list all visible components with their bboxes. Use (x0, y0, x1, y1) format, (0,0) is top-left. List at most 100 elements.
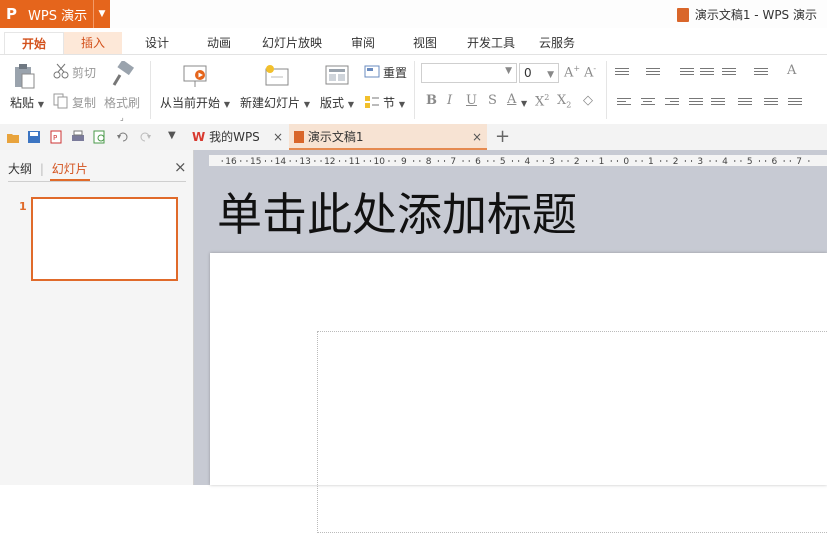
new-tab-plus-icon[interactable]: + (495, 126, 510, 147)
justify-icon[interactable] (689, 96, 703, 107)
reset-icon[interactable] (364, 64, 380, 83)
ruler-label: 7 (450, 157, 456, 166)
ruler-tick (734, 160, 736, 162)
paste-icon[interactable] (12, 63, 36, 89)
decrease-indent-icon[interactable] (680, 66, 694, 77)
window-title: 演示文稿1 - WPS 演示 (676, 6, 817, 23)
tab-review[interactable]: 审阅 (338, 32, 388, 54)
new-slide-icon[interactable] (262, 63, 290, 92)
scissors-icon[interactable] (53, 63, 69, 82)
from-current-button[interactable]: 从当前开始 ▼ (160, 94, 230, 111)
tab-design[interactable]: 设计 (130, 32, 184, 54)
font-name-select[interactable]: ▼ (421, 63, 517, 83)
align-center-icon[interactable] (641, 96, 655, 107)
section-label: 节 (383, 96, 396, 110)
italic-icon[interactable]: I (447, 93, 452, 108)
clipboard-launcher-icon[interactable]: ⌟ (120, 113, 124, 122)
layout-icon[interactable] (325, 63, 351, 92)
slide-thumbnail[interactable] (31, 197, 178, 281)
reset-button[interactable]: 重置 (383, 64, 407, 81)
numbered-list-icon[interactable] (646, 66, 660, 77)
save-icon[interactable] (27, 130, 41, 144)
ruler-label: 13 (299, 157, 310, 166)
slide-title-placeholder[interactable]: 单击此处添加标题 (217, 178, 577, 243)
undo-icon[interactable] (116, 130, 130, 144)
close-icon[interactable]: × (273, 124, 283, 150)
slide-canvas[interactable] (210, 253, 827, 533)
paste-button[interactable]: 粘贴 ▼ (10, 94, 44, 111)
app-menu-button[interactable]: P WPS 演示 ▼ (0, 0, 110, 28)
ruler-tick (567, 160, 569, 162)
tab-outline[interactable]: 大纲 (8, 162, 32, 176)
ruler-tick (709, 160, 711, 162)
print-preview-icon[interactable] (93, 130, 107, 144)
ruler-tick (684, 160, 686, 162)
text-effects-icon[interactable]: A (787, 63, 796, 78)
columns-icon[interactable] (754, 66, 768, 77)
align-text-icon[interactable] (788, 96, 802, 107)
doc-tab-presentation[interactable]: 演示文稿1 × (289, 124, 487, 150)
format-painter-icon[interactable] (110, 59, 136, 92)
open-folder-icon[interactable] (6, 130, 20, 144)
layout-button[interactable]: 版式 ▼ (320, 94, 354, 111)
section-icon[interactable] (364, 94, 380, 113)
tab-view[interactable]: 视图 (400, 32, 450, 54)
ruler-tick (616, 160, 618, 162)
ruler-tick (487, 160, 489, 162)
font-size-select[interactable]: 0 ▼ (519, 63, 559, 83)
close-icon[interactable]: × (174, 158, 187, 176)
superscript-icon[interactable]: X2 (535, 93, 549, 109)
cut-button[interactable]: 剪切 (72, 64, 96, 81)
line-spacing-icon[interactable] (738, 96, 752, 107)
tab-slideshow[interactable]: 幻灯片放映 (256, 32, 328, 54)
tab-insert[interactable]: 插入 (64, 32, 122, 54)
section-button[interactable]: 节 ▼ (383, 94, 405, 111)
ruler-tick (789, 160, 791, 162)
tab-animation[interactable]: 动画 (192, 32, 246, 54)
paragraph-spacing-icon[interactable] (764, 96, 778, 107)
new-slide-button[interactable]: 新建幻灯片 ▼ (240, 94, 310, 111)
tab-cloud[interactable]: 云服务 (532, 32, 582, 54)
bold-icon[interactable]: B (426, 93, 437, 108)
align-right-icon[interactable] (665, 96, 679, 107)
format-painter-button[interactable]: 格式刷 (104, 94, 140, 111)
copy-icon[interactable] (53, 93, 69, 112)
panel-tabs: 大纲 | 幻灯片 (8, 160, 88, 177)
increase-font-icon[interactable]: A+ (564, 64, 580, 80)
tab-home[interactable]: 开始 (4, 32, 64, 55)
doc-tab-mywps[interactable]: W 我的WPS × (188, 124, 288, 150)
title-placeholder-box[interactable] (317, 331, 827, 533)
export-pdf-icon[interactable]: P (49, 130, 63, 144)
ruler-tick (561, 160, 563, 162)
text-direction-icon[interactable] (722, 66, 736, 77)
close-icon[interactable]: × (472, 124, 482, 150)
bullet-list-icon[interactable] (615, 66, 629, 77)
doc-tab-mywps-label: 我的WPS (209, 130, 260, 144)
ruler-label: 4 (525, 157, 531, 166)
tab-slides[interactable]: 幻灯片 (52, 162, 88, 176)
chevron-down-icon[interactable]: ▼ (521, 95, 527, 109)
distribute-icon[interactable] (711, 96, 725, 107)
redo-icon[interactable] (138, 130, 152, 144)
chevron-down-icon[interactable]: ▼ (93, 0, 110, 28)
subscript-icon[interactable]: X2 (557, 93, 571, 110)
ruler-tick (635, 160, 637, 162)
chevron-down-icon: ▼ (505, 66, 512, 76)
shadow-icon[interactable]: S (488, 93, 497, 108)
customize-dropdown-icon[interactable]: ▼ (168, 130, 182, 144)
ruler-tick (289, 160, 291, 162)
copy-button[interactable]: 复制 (72, 94, 96, 111)
ruler-tick (462, 160, 464, 162)
ruler-tick (586, 160, 588, 162)
clear-format-icon[interactable]: ◇ (583, 93, 593, 108)
ruler-tick (592, 160, 594, 162)
decrease-font-icon[interactable]: A- (584, 64, 596, 80)
underline-icon[interactable]: U (466, 93, 477, 108)
print-icon[interactable] (71, 130, 85, 144)
increase-indent-icon[interactable] (700, 66, 714, 77)
align-left-icon[interactable] (617, 96, 631, 107)
font-color-icon[interactable]: A (507, 92, 516, 107)
tab-developer[interactable]: 开发工具 (460, 32, 522, 54)
slideshow-from-current-icon[interactable] (182, 63, 210, 92)
ruler-tick (808, 160, 810, 162)
